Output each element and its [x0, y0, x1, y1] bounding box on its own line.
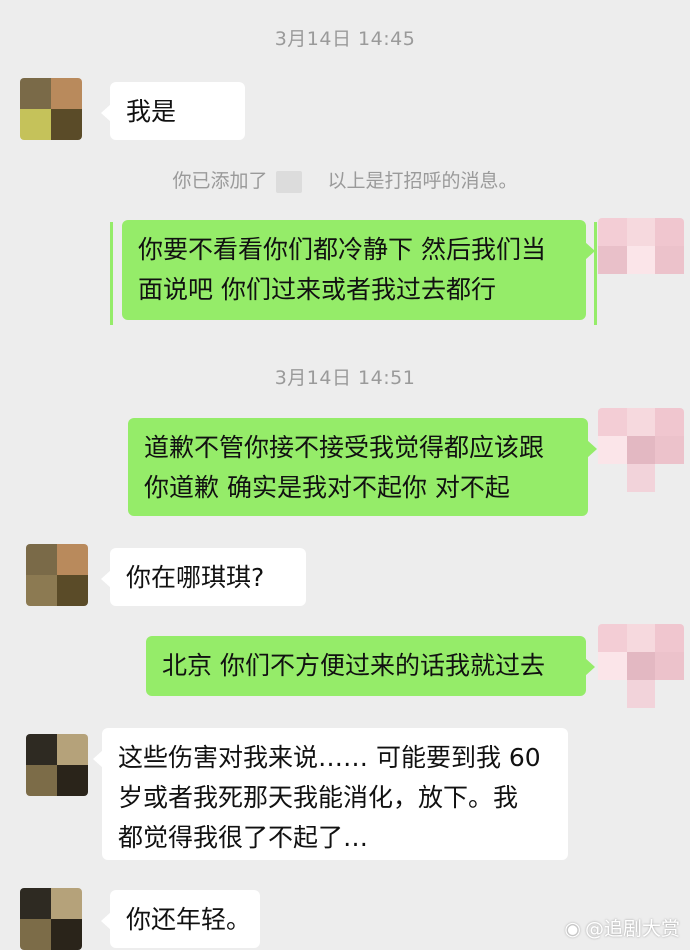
incoming-message[interactable]: 我是	[101, 82, 245, 140]
system-notice: 你已添加了 以上是打招呼的消息。	[0, 166, 690, 193]
message-text: 你要不看看你们都冷静下 然后我们当	[138, 235, 546, 264]
my-avatar[interactable]	[598, 408, 684, 492]
timestamp: 3月14日 14:45	[274, 28, 416, 50]
timestamp: 3月14日 14:51	[274, 367, 416, 389]
outgoing-message[interactable]: 道歉不管你接不接受我觉得都应该跟 你道歉 确实是我对不起你 对不起	[128, 418, 597, 516]
contact-avatar[interactable]	[20, 888, 82, 950]
contact-avatar[interactable]	[26, 734, 88, 796]
incoming-message[interactable]: 你在哪琪琪?	[101, 548, 306, 606]
incoming-message[interactable]: 你还年轻。	[101, 890, 260, 948]
message-text: 这些伤害对我来说…… 可能要到我 60	[118, 743, 541, 772]
my-avatar[interactable]	[598, 624, 684, 708]
bubble-edge	[110, 222, 113, 325]
message-text: 北京 你们不方便过来的话我就过去	[162, 651, 545, 680]
message-text: 你还年轻。	[126, 905, 252, 934]
message-text: 都觉得我很了不起了…	[118, 823, 369, 852]
outgoing-message[interactable]: 北京 你们不方便过来的话我就过去	[146, 636, 595, 696]
watermark: ◉ @追剧大赏	[564, 914, 680, 941]
contact-avatar[interactable]	[26, 544, 88, 606]
weibo-icon: ◉	[564, 918, 581, 940]
system-notice-prefix: 你已添加了	[172, 170, 268, 192]
incoming-message[interactable]: 这些伤害对我来说…… 可能要到我 60 岁或者我死那天我能消化，放下。我 都觉得…	[93, 728, 568, 860]
message-text: 面说吧 你们过来或者我过去都行	[138, 275, 496, 304]
message-text: 你在哪琪琪?	[126, 563, 265, 592]
system-notice-suffix: 以上是打招呼的消息。	[327, 170, 518, 192]
message-text: 我是	[126, 97, 177, 126]
bubble-edge	[594, 222, 597, 325]
my-avatar[interactable]	[598, 218, 684, 302]
outgoing-message[interactable]: 你要不看看你们都冷静下 然后我们当 面说吧 你们过来或者我过去都行	[122, 220, 595, 320]
watermark-text: @追剧大赏	[584, 918, 680, 940]
blurred-name	[275, 170, 302, 193]
message-text: 你道歉 确实是我对不起你 对不起	[144, 473, 510, 502]
message-text: 道歉不管你接不接受我觉得都应该跟	[144, 433, 545, 462]
message-text: 岁或者我死那天我能消化，放下。我	[118, 783, 519, 812]
contact-avatar[interactable]	[20, 78, 82, 140]
